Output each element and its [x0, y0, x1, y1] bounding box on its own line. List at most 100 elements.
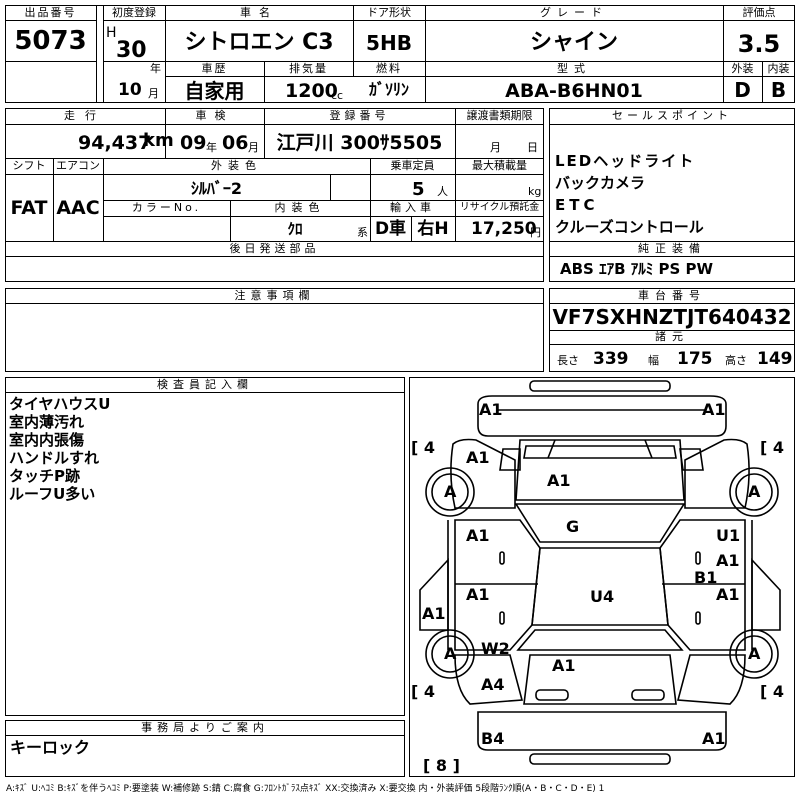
- office-label: 事務局よりご案内: [141, 721, 269, 734]
- chassis-label: 車台番号: [638, 289, 706, 302]
- int-color-label: 内装色: [274, 201, 326, 214]
- sales-point-item: クルーズコントロール: [555, 218, 704, 236]
- lot-no-label: 出品番号: [24, 6, 77, 19]
- shift-label: シフト: [12, 159, 46, 172]
- mark-rear-bumper-left: B4: [481, 729, 505, 748]
- import-label: 輸入車: [390, 201, 435, 214]
- office-note: キーロック: [10, 738, 91, 757]
- chassis-number: VF7SXHNZTJT640432: [552, 305, 792, 329]
- recycle-unit: 円: [530, 226, 541, 239]
- recycle-label: リサイクル預託金: [459, 202, 540, 213]
- interior-grade: B: [770, 78, 787, 102]
- grade-value: シャイン: [529, 30, 618, 55]
- reg-month-unit: 月: [148, 87, 159, 100]
- tire-spare-value: 8: [435, 756, 448, 775]
- tire-fl: [ 4: [411, 438, 436, 457]
- mark-hood: A1: [547, 471, 571, 490]
- mark-door-fr-a: U1: [716, 526, 741, 545]
- capacity-label: 乗車定員: [390, 159, 435, 172]
- max-load-label: 最大積載量: [472, 159, 527, 172]
- mileage-value: 94,437: [78, 132, 152, 154]
- height-value: 149: [757, 349, 793, 369]
- reg-no-value: 江戸川 300ｻ5505: [276, 132, 443, 154]
- inspector-note: 室内薄汚れ: [9, 413, 85, 431]
- reg-year-unit: 年: [150, 62, 161, 75]
- shift-value: FAT: [10, 197, 48, 219]
- tire-rr-value: 4: [772, 682, 785, 701]
- mileage-unit: km: [143, 130, 174, 151]
- displacement-unit: cc: [331, 89, 344, 102]
- import-type: D車: [374, 219, 407, 239]
- score-label: 評価点: [742, 6, 776, 19]
- mark-door-fl: A1: [466, 526, 490, 545]
- inspector-notes: タイヤハウスU 室内薄汚れ 室内内張傷 ハンドルすれ タッチP跡 ルーフU多い: [9, 395, 110, 503]
- displacement-label: 排気量: [289, 62, 328, 75]
- tire-rl-value: 4: [423, 682, 436, 701]
- mark-door-fr-c: B1: [694, 568, 718, 587]
- mark-door-rr: A1: [716, 585, 740, 604]
- width-value: 175: [677, 349, 713, 369]
- sales-point-item: ETC: [555, 196, 599, 214]
- sales-point-item: LEDヘッドライト: [555, 152, 696, 170]
- mark-wheel-rr: A: [748, 644, 761, 663]
- exterior-grade: D: [734, 78, 751, 102]
- door-type: 5HB: [366, 31, 412, 55]
- handle-side: 右H: [417, 219, 449, 239]
- mark-wheel-rl: A: [444, 644, 457, 663]
- tire-fl-value: 4: [423, 438, 436, 457]
- notes-label: 注意事項欄: [234, 289, 315, 302]
- ac-label: エアコン: [56, 159, 100, 172]
- inspector-note: 室内内張傷: [9, 431, 85, 449]
- history-label: 車歴: [201, 62, 228, 75]
- equipment-label: 純正装備: [638, 242, 706, 255]
- mileage-label: 走行: [64, 109, 106, 122]
- transfer-month-unit: 月: [490, 141, 501, 154]
- mark-quarter-l: W2: [481, 639, 510, 658]
- inspection-year-unit: 年: [206, 141, 217, 154]
- width-label: 幅: [648, 354, 659, 367]
- transfer-doc-label: 譲渡書類期限: [466, 109, 533, 122]
- mark-wheel-fl: A: [444, 482, 457, 501]
- car-name-label: 車名: [240, 6, 278, 19]
- capacity-unit: 人: [437, 185, 448, 198]
- sales-points-label: セールスポイント: [612, 109, 732, 122]
- inspector-label: 検査員記入欄: [157, 378, 253, 391]
- mark-roof: U4: [590, 587, 615, 606]
- inspector-note: ハンドルすれ: [9, 449, 100, 467]
- sales-points-list: LEDヘッドライト バックカメラ ETC クルーズコントロール: [555, 152, 704, 240]
- lot-number: 5073: [14, 26, 87, 56]
- exterior-label: 外装: [731, 62, 754, 75]
- inspector-note: タイヤハウスU: [9, 395, 111, 413]
- mark-front-bumper-right: A1: [702, 400, 726, 419]
- tire-fr: [ 4: [760, 438, 785, 457]
- equipment-value: ABS ｴｱB ｱﾙﾐ PS PW: [560, 260, 714, 278]
- recycle-value: 17,250: [471, 219, 537, 239]
- first-reg-label: 初度登録: [112, 6, 156, 19]
- grade-label: グレード: [540, 6, 608, 19]
- legend-text: A:ｷｽﾞ U:ﾍｺﾐ B:ｷｽﾞを伴うﾍｺﾐ P:要塗装 W:補修跡 S:錆 …: [6, 784, 605, 794]
- transfer-day-unit: 日: [527, 141, 538, 154]
- later-parts-label: 後日発送部品: [229, 242, 320, 255]
- int-color-unit: 系: [357, 226, 368, 239]
- tire-rl: [ 4: [411, 682, 436, 701]
- tire-rr: [ 4: [760, 682, 785, 701]
- reg-no-label: 登録番号: [329, 109, 390, 122]
- mark-door-rl: A1: [466, 585, 490, 604]
- mark-windshield: G: [566, 517, 580, 536]
- max-load-unit: kg: [528, 185, 542, 198]
- mark-trunk: A1: [552, 656, 576, 675]
- ac-value: AAC: [56, 197, 100, 219]
- inspection-year: 09: [180, 132, 207, 154]
- displacement-value: 1200: [285, 80, 338, 102]
- tire-spare: [ 8 ]: [423, 756, 460, 775]
- ext-color-value: ｼﾙﾊﾞｰ2: [190, 179, 243, 198]
- mark-door-fr-b: A1: [716, 551, 740, 570]
- inspection-month: 06: [222, 132, 249, 154]
- mark-front-bumper-left: A1: [479, 400, 503, 419]
- mark-quarter-l2: A4: [481, 675, 505, 694]
- specs-label: 諸元: [655, 330, 689, 343]
- length-value: 339: [593, 349, 629, 369]
- mark-wheel-fr: A: [748, 482, 761, 501]
- length-label: 長さ: [557, 354, 579, 367]
- capacity-value: 5: [412, 179, 425, 200]
